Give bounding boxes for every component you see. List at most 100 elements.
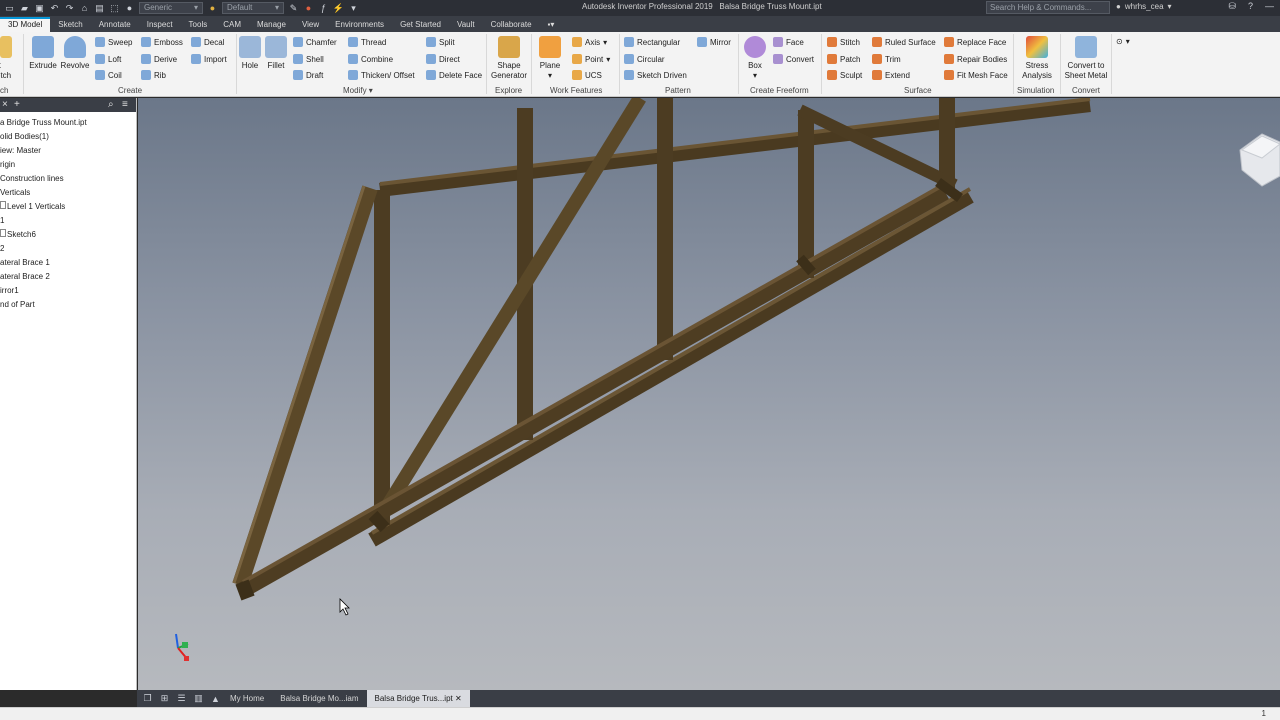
extend-button[interactable]: Extend xyxy=(872,70,910,80)
ucs-button[interactable]: UCS xyxy=(572,70,602,80)
freeform-convert-button[interactable]: Convert xyxy=(773,54,814,64)
rib-button[interactable]: Rib xyxy=(141,70,166,80)
tree-node-sketch6[interactable]: Sketch6 xyxy=(0,228,136,242)
mirror-button[interactable]: Mirror xyxy=(697,37,731,47)
loft-button[interactable]: Loft xyxy=(95,54,121,64)
circular-pattern-button[interactable]: Circular xyxy=(624,54,665,64)
split-button[interactable]: Split xyxy=(426,37,455,47)
patch-button[interactable]: Patch xyxy=(827,54,860,64)
doc-tab-my-home[interactable]: My Home xyxy=(222,690,272,707)
tab-environments[interactable]: Environments xyxy=(327,17,392,32)
video-icon[interactable]: ▪▾ xyxy=(540,17,563,32)
user-menu[interactable]: ● whrhs_cea ▾ xyxy=(1116,2,1172,11)
chamfer-button[interactable]: Chamfer xyxy=(293,37,337,47)
arrange-icon[interactable]: ▲ xyxy=(209,692,222,705)
tree-node-level-1-verticals[interactable]: Level 1 Verticals xyxy=(0,200,136,214)
search-input[interactable]: Search Help & Commands... xyxy=(986,1,1110,14)
graphics-viewport[interactable] xyxy=(138,98,1280,690)
redo-icon[interactable]: ↷ xyxy=(64,3,75,14)
tree-node-mirror1[interactable]: irror1 xyxy=(0,284,136,298)
tree-node-verticals[interactable]: Verticals xyxy=(0,186,136,200)
cart-icon[interactable]: ⛁ xyxy=(1228,1,1236,12)
tree-node-end-of-part[interactable]: nd of Part xyxy=(0,298,136,312)
add-icon[interactable]: + xyxy=(14,99,20,110)
rectangular-pattern-button[interactable]: Rectangular xyxy=(624,37,680,47)
open-icon[interactable]: ▰ xyxy=(19,3,30,14)
tab-manage[interactable]: Manage xyxy=(249,17,294,32)
tab-3d-model[interactable]: 3D Model xyxy=(0,17,51,32)
revolve-button[interactable]: Revolve xyxy=(59,36,91,71)
undo-icon[interactable]: ↶ xyxy=(49,3,60,14)
tile-icon[interactable]: ⊞ xyxy=(158,692,171,705)
sweep-button[interactable]: Sweep xyxy=(95,37,132,47)
close-icon[interactable]: × xyxy=(2,99,8,110)
trim-button[interactable]: Trim xyxy=(872,54,901,64)
delete-face-button[interactable]: Delete Face xyxy=(426,70,482,80)
new-icon[interactable]: ▭ xyxy=(4,3,15,14)
tree-node-feature-1[interactable]: 1 xyxy=(0,214,136,228)
vertical-icon[interactable]: ▥ xyxy=(192,692,205,705)
tab-sketch[interactable]: Sketch xyxy=(50,17,90,32)
draft-button[interactable]: Draft xyxy=(293,70,323,80)
derive-button[interactable]: Derive xyxy=(141,54,177,64)
tab-inspect[interactable]: Inspect xyxy=(139,17,181,32)
start-sketch-button[interactable]: rt etch xyxy=(0,36,16,81)
shape-generator-button[interactable]: Shape Generator xyxy=(489,36,529,81)
tab-vault[interactable]: Vault xyxy=(449,17,483,32)
horizontal-icon[interactable]: ☰ xyxy=(175,692,188,705)
tree-node-view-master[interactable]: iew: Master xyxy=(0,144,136,158)
point-button[interactable]: Point ▾ xyxy=(572,54,610,64)
convert-sheet-metal-button[interactable]: Convert to Sheet Metal xyxy=(1062,36,1110,81)
hole-button[interactable]: Hole xyxy=(238,36,262,71)
select-icon[interactable]: ⬚ xyxy=(109,3,120,14)
tree-node-construction-lines[interactable]: Construction lines xyxy=(0,172,136,186)
extrude-button[interactable]: Extrude xyxy=(28,36,58,71)
customize-icon[interactable]: ▾ xyxy=(348,3,359,14)
clear-icon[interactable]: ● xyxy=(303,3,314,14)
close-icon[interactable]: ✕ xyxy=(455,694,462,703)
tree-node-part[interactable]: a Bridge Truss Mount.ipt xyxy=(0,116,136,130)
tab-collaborate[interactable]: Collaborate xyxy=(483,17,540,32)
update-icon[interactable]: ⚡ xyxy=(333,3,344,14)
direct-button[interactable]: Direct xyxy=(426,54,460,64)
home-icon[interactable]: ⌂ xyxy=(79,3,90,14)
addins-dropdown[interactable]: ⊙ ▾ xyxy=(1116,37,1130,46)
sculpt-button[interactable]: Sculpt xyxy=(827,70,862,80)
menu-icon[interactable]: ≡ xyxy=(122,99,128,110)
tree-node-lateral-brace-1[interactable]: ateral Brace 1 xyxy=(0,256,136,270)
modify-group-label[interactable]: Modify ▾ xyxy=(343,86,373,95)
material-dropdown[interactable]: Generic ▾ xyxy=(139,2,203,14)
tab-cam[interactable]: CAM xyxy=(215,17,249,32)
view-cube-icon[interactable] xyxy=(1239,133,1280,187)
adjust-icon[interactable]: ✎ xyxy=(288,3,299,14)
tree-node-feature-2[interactable]: 2 xyxy=(0,242,136,256)
tree-node-solid-bodies[interactable]: olid Bodies(1) xyxy=(0,130,136,144)
replace-face-button[interactable]: Replace Face xyxy=(944,37,1006,47)
freeform-face-button[interactable]: Face xyxy=(773,37,804,47)
truss-model[interactable] xyxy=(138,98,1280,690)
combine-button[interactable]: Combine xyxy=(348,54,393,64)
minimize-icon[interactable]: — xyxy=(1265,1,1274,12)
fit-mesh-face-button[interactable]: Fit Mesh Face xyxy=(944,70,1008,80)
fx-icon[interactable]: ƒ xyxy=(318,3,329,14)
import-button[interactable]: Import xyxy=(191,54,227,64)
repair-bodies-button[interactable]: Repair Bodies xyxy=(944,54,1007,64)
stitch-button[interactable]: Stitch xyxy=(827,37,860,47)
box-freeform-button[interactable]: Box ▾ xyxy=(742,36,768,81)
sketch-driven-pattern-button[interactable]: Sketch Driven xyxy=(624,70,687,80)
tree-node-lateral-brace-2[interactable]: ateral Brace 2 xyxy=(0,270,136,284)
thread-button[interactable]: Thread xyxy=(348,37,386,47)
emboss-button[interactable]: Emboss xyxy=(141,37,183,47)
doc-tab-assembly[interactable]: Balsa Bridge Mo...iam xyxy=(272,690,366,707)
help-icon[interactable]: ? xyxy=(1248,1,1253,12)
ruled-surface-button[interactable]: Ruled Surface xyxy=(872,37,936,47)
tab-view[interactable]: View xyxy=(294,17,327,32)
coil-button[interactable]: Coil xyxy=(95,70,122,80)
tab-get-started[interactable]: Get Started xyxy=(392,17,449,32)
decal-button[interactable]: Decal xyxy=(191,37,224,47)
tab-tools[interactable]: Tools xyxy=(181,17,216,32)
save-icon[interactable]: ▣ xyxy=(34,3,45,14)
doc-tab-part[interactable]: Balsa Bridge Trus...ipt ✕ xyxy=(366,690,470,707)
print-icon[interactable]: ▤ xyxy=(94,3,105,14)
stress-analysis-button[interactable]: Stress Analysis xyxy=(1018,36,1056,81)
